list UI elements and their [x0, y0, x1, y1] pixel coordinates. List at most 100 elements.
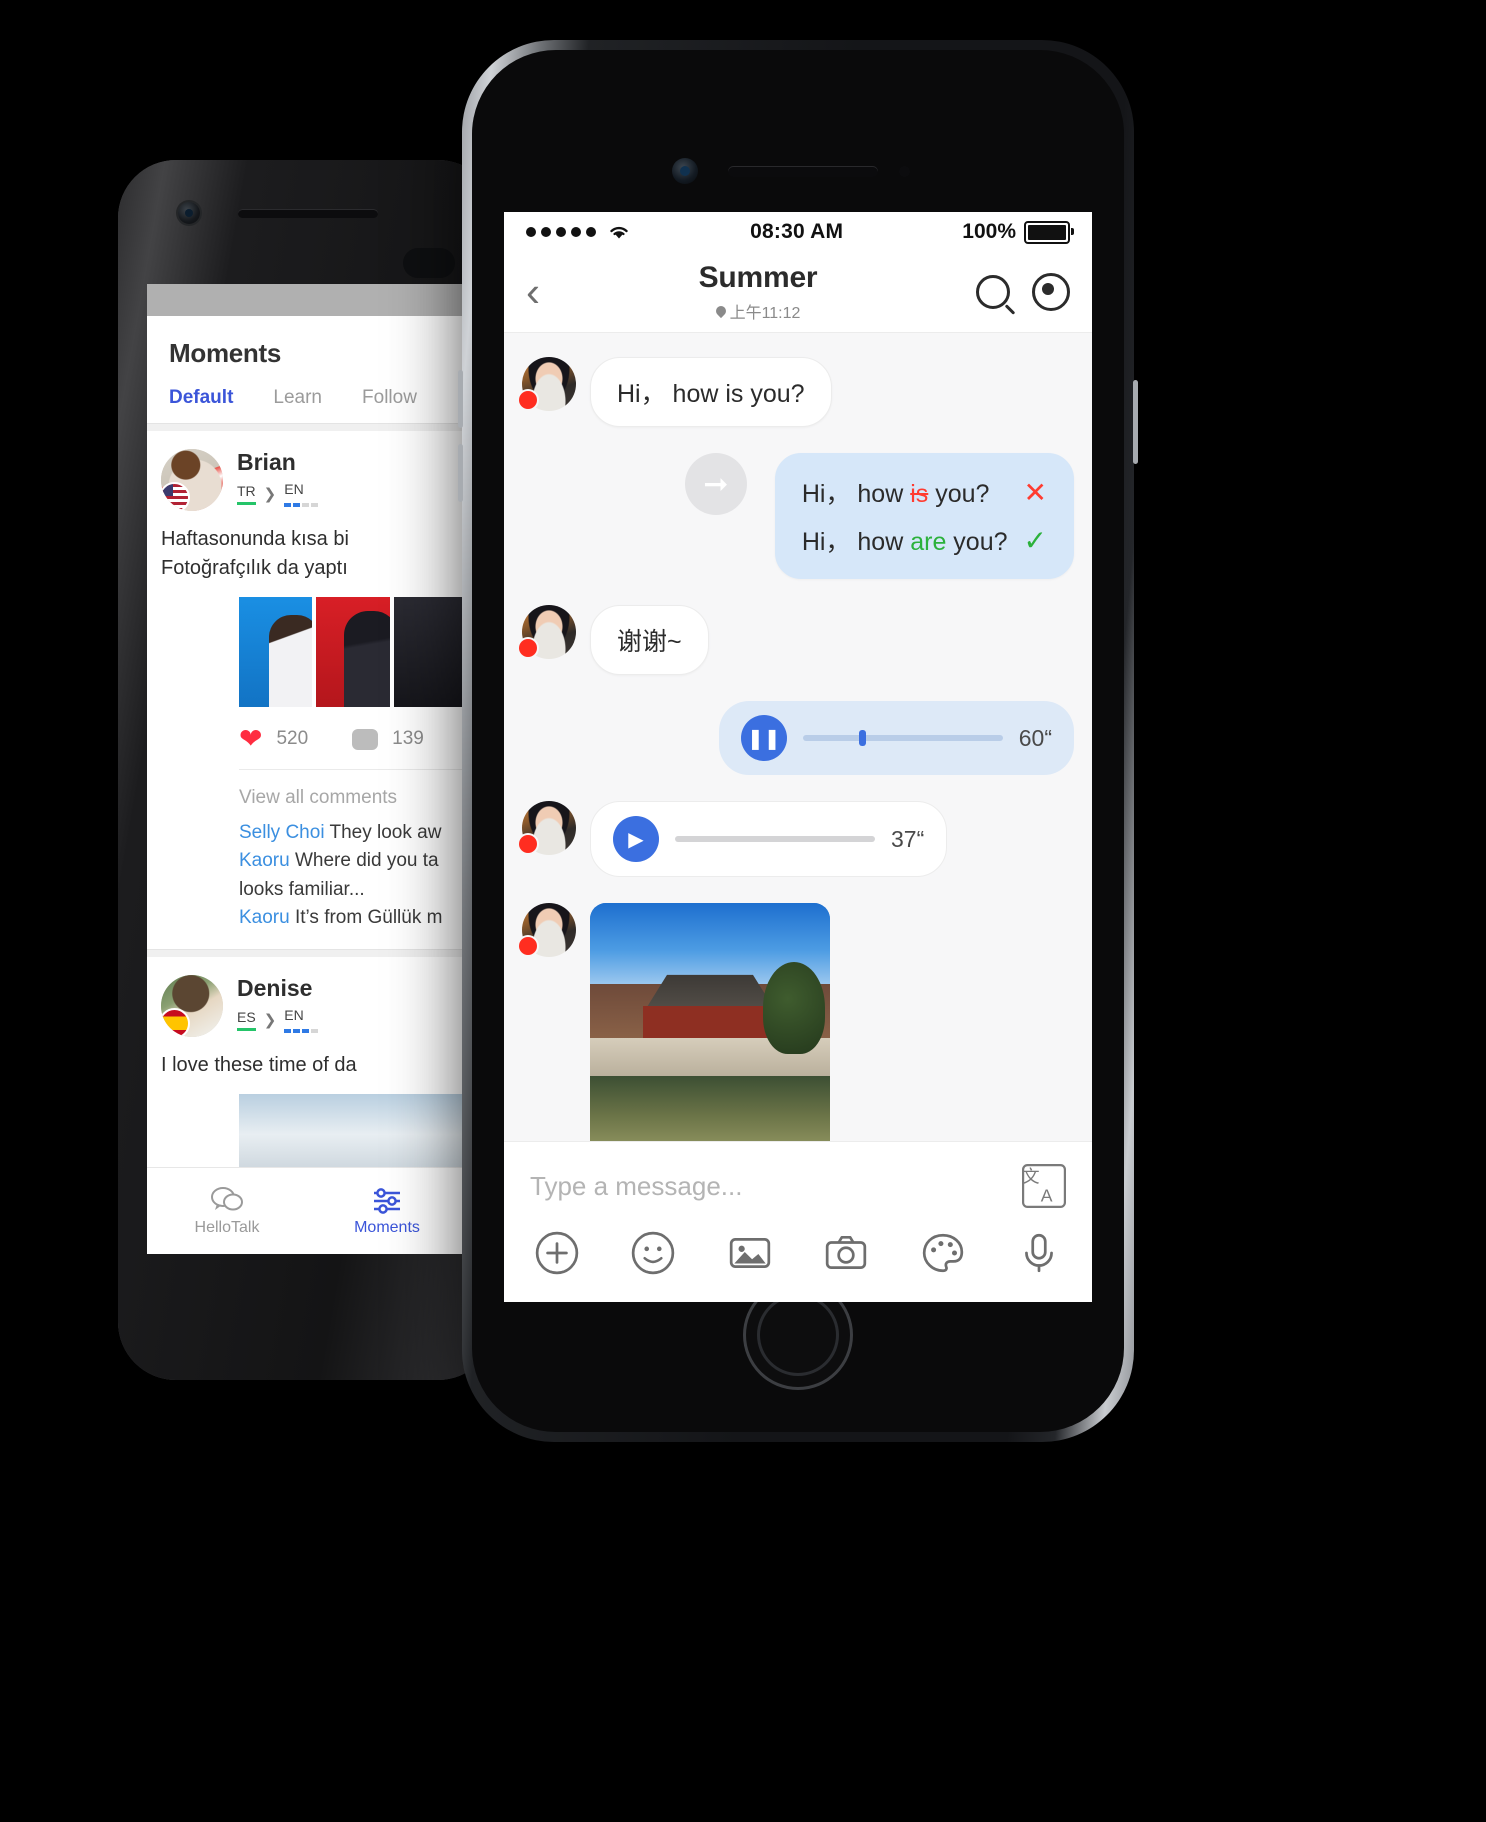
message-bubble[interactable]: 谢谢~	[590, 605, 709, 675]
power-button[interactable]	[1133, 380, 1138, 464]
earpiece-speaker	[238, 209, 378, 218]
list-item[interactable]: Kaoru It’s from Güllük m	[239, 904, 467, 933]
proximity-sensor	[899, 166, 910, 177]
chevron-right-icon: ❯	[263, 1011, 277, 1029]
view-all-comments-link[interactable]: View all comments	[239, 784, 467, 813]
avatar[interactable]	[161, 449, 223, 511]
smiley-icon	[632, 1231, 675, 1275]
comment-author: Selly Choi	[239, 821, 325, 843]
target-icon[interactable]	[1032, 273, 1070, 311]
svg-text:文: 文	[1022, 1167, 1040, 1187]
correction-line-fixed: Hi， how are you? ✓	[802, 522, 1047, 558]
camera-icon	[825, 1235, 867, 1269]
chat-nav-bar: ‹ Summer 上午11:12	[504, 252, 1092, 333]
battery-full-icon	[1024, 220, 1074, 244]
moments-post: Denise ES ❯ EN I love these time of da	[147, 957, 467, 1184]
avatar[interactable]	[519, 605, 576, 659]
post-body-text: I love these time of da	[161, 1053, 357, 1076]
bottom-tab-bar: HelloTalk Moments	[147, 1167, 467, 1254]
comment-author: Kaoru	[239, 850, 290, 871]
correction-line-original: Hi， how is you? ✕	[802, 474, 1047, 510]
post-photo[interactable]	[239, 597, 313, 707]
message-row-image	[519, 903, 1074, 1141]
back-chevron-icon[interactable]: ‹	[526, 271, 540, 313]
battery-percent: 100%	[962, 220, 1016, 243]
page-title: Moments	[169, 338, 282, 368]
post-photo[interactable]	[316, 597, 390, 707]
front-camera-icon	[178, 202, 200, 224]
location-pin-icon	[713, 303, 728, 319]
avatar[interactable]	[519, 903, 576, 957]
audio-progress-slider[interactable]	[802, 730, 1003, 746]
pause-icon[interactable]: ❚❚	[740, 715, 787, 761]
language-pair: TR ❯ EN	[237, 481, 319, 507]
sidebar-item-hellotalk[interactable]: HelloTalk	[147, 1168, 307, 1254]
search-input[interactable]: Type a message...	[530, 1171, 1022, 1202]
unread-badge	[519, 391, 537, 409]
correction-bubble[interactable]: Hi， how is you? ✕ Hi， how are you? ✓	[774, 453, 1074, 579]
correction-text: Hi， how are you?	[802, 522, 1008, 558]
translate-icon[interactable]: 文 A	[1022, 1164, 1066, 1208]
forward-arrow-icon[interactable]: ➞	[684, 453, 747, 515]
plus-circle-icon	[535, 1231, 579, 1275]
post-body-text: Haftasonunda kısa bi Fotoğrafçılık da ya…	[161, 528, 349, 579]
heart-icon[interactable]: ❤	[239, 725, 262, 753]
post-user-row[interactable]: Denise ES ❯ EN	[147, 974, 467, 1037]
front-camera-icon	[672, 158, 698, 184]
post-photo[interactable]	[393, 597, 467, 707]
play-icon[interactable]: ▶	[613, 816, 659, 862]
doodle-button[interactable]	[920, 1230, 966, 1276]
gallery-button[interactable]	[727, 1230, 773, 1276]
correction-prefix: Hi， how	[801, 528, 911, 556]
wifi-icon	[610, 226, 628, 239]
emoji-button[interactable]	[630, 1230, 676, 1276]
struck-word: is	[910, 480, 929, 508]
lang-to-wrap: EN	[284, 481, 319, 507]
moments-tab-list: Default Learn Follow	[147, 369, 467, 423]
proficiency-dots	[284, 503, 319, 507]
chat-local-time: 上午11:12	[729, 305, 801, 322]
avatar[interactable]	[519, 801, 576, 855]
status-time: 08:30 AM	[750, 220, 844, 243]
message-bubble[interactable]: Hi， how is you?	[590, 357, 832, 427]
add-button[interactable]	[534, 1230, 580, 1276]
message-row-audio-incoming: ▶ 37“	[519, 801, 1074, 877]
proficiency-dots	[284, 1028, 319, 1033]
comment-bubble-icon[interactable]	[352, 728, 379, 750]
message-list: Hi， how is you? ➞ Hi， how is you? ✕ Hi， …	[504, 333, 1092, 1141]
correction-suffix: you?	[946, 528, 1008, 556]
right-phone-device: 08:30 AM 100% ‹ Summer 上午11:12 Hi， how i…	[458, 40, 1138, 1442]
svg-text:A: A	[1041, 1185, 1053, 1205]
avatar[interactable]	[519, 357, 576, 411]
unread-badge	[519, 639, 537, 657]
chat-toolbar	[504, 1208, 1092, 1302]
post-user-row[interactable]: Brian TR ❯ EN	[147, 449, 467, 511]
signal-strength-icon	[526, 223, 631, 241]
left-phone-top-bezel	[118, 160, 496, 282]
camera-button[interactable]	[823, 1230, 869, 1276]
volume-up-button[interactable]	[458, 370, 463, 428]
volume-down-button[interactable]	[458, 444, 463, 502]
audio-player[interactable]: ❚❚ 60“	[718, 701, 1074, 775]
tab-default[interactable]: Default	[169, 387, 233, 409]
audio-progress-slider[interactable]	[675, 836, 875, 842]
tab-follow[interactable]: Follow	[362, 387, 417, 409]
moments-post: Brian TR ❯ EN Haftasonunda kısa bi Fotoğ…	[147, 431, 467, 949]
audio-duration: 60“	[1018, 724, 1052, 751]
list-item[interactable]: looks familiar...	[239, 876, 467, 905]
section-divider	[147, 948, 467, 957]
correction-prefix: Hi， how	[801, 480, 911, 508]
comment-author: Kaoru	[239, 907, 290, 928]
avatar[interactable]	[161, 974, 223, 1037]
tab-learn[interactable]: Learn	[273, 387, 322, 409]
list-item[interactable]: Kaoru Where did you ta	[239, 847, 467, 876]
post-photo-grid[interactable]	[147, 583, 467, 707]
audio-player[interactable]: ▶ 37“	[590, 801, 948, 877]
list-item[interactable]: Selly Choi They look aw	[239, 819, 467, 848]
sliders-icon	[374, 1188, 400, 1214]
search-icon[interactable]	[976, 275, 1010, 309]
voice-button[interactable]	[1016, 1230, 1062, 1276]
status-bar: 08:30 AM 100%	[504, 212, 1092, 252]
message-image[interactable]	[590, 903, 830, 1141]
sidebar-item-moments[interactable]: Moments	[307, 1168, 467, 1254]
